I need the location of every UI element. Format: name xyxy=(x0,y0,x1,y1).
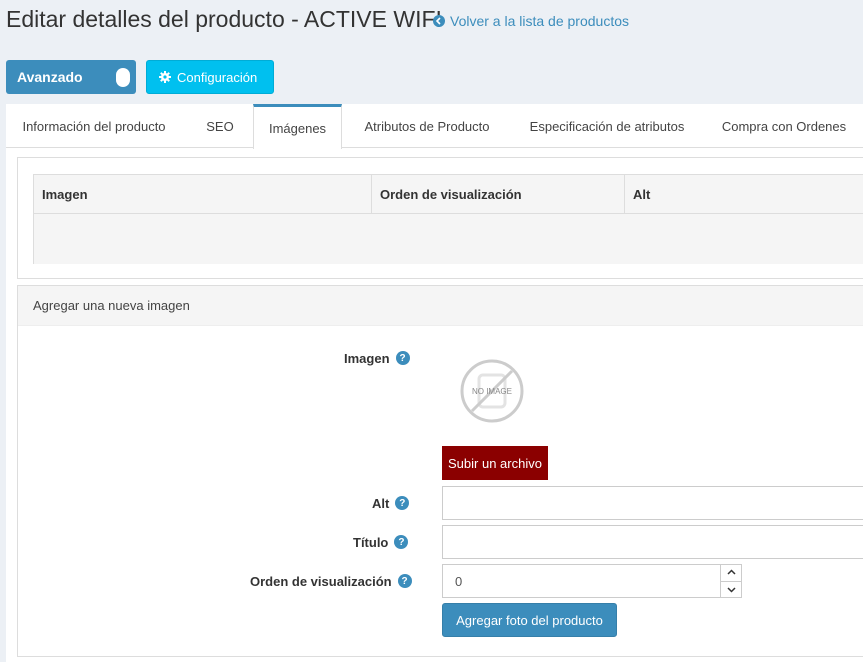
images-grid: Imagen Orden de visualización Alt xyxy=(33,174,863,264)
tab-images[interactable]: Imágenes xyxy=(253,104,342,149)
alt-label: Alt ? xyxy=(372,495,410,511)
title-label: Título ? xyxy=(353,534,409,550)
column-header-display-order[interactable]: Orden de visualización xyxy=(372,175,625,214)
advanced-toggle[interactable]: Avanzado xyxy=(6,60,136,94)
tab-specification-attributes[interactable]: Especificación de atributos xyxy=(521,104,693,148)
advanced-toggle-label: Avanzado xyxy=(17,69,83,85)
title-label-text: Título xyxy=(353,534,389,550)
help-icon[interactable]: ? xyxy=(395,351,410,365)
image-label-text: Imagen xyxy=(344,350,390,366)
configuration-button-label: Configuración xyxy=(177,69,258,85)
tab-seo[interactable]: SEO xyxy=(196,104,244,148)
display-order-stepper[interactable] xyxy=(720,564,742,598)
alt-input[interactable] xyxy=(442,486,863,520)
column-header-image[interactable]: Imagen xyxy=(34,175,372,214)
grid-header: Imagen Orden de visualización Alt xyxy=(34,175,863,214)
display-order-input[interactable]: 0 xyxy=(442,564,742,598)
arrow-left-circle-icon xyxy=(433,15,445,27)
back-link-label: Volver a la lista de productos xyxy=(450,13,629,29)
add-image-panel-title: Agregar una nueva imagen xyxy=(18,286,863,326)
column-header-alt[interactable]: Alt xyxy=(625,175,863,214)
tab-purchased-with-orders[interactable]: Compra con Ordenes xyxy=(716,104,852,148)
alt-label-text: Alt xyxy=(372,495,390,511)
back-to-list-link[interactable]: Volver a la lista de productos xyxy=(433,13,629,29)
upload-file-button[interactable]: Subir un archivo xyxy=(442,446,548,480)
add-product-picture-button[interactable]: Agregar foto del producto xyxy=(442,603,617,637)
toggle-knob xyxy=(116,68,130,87)
tab-bar: Información del producto SEO Imágenes At… xyxy=(6,104,863,149)
gear-icon xyxy=(159,71,171,83)
configuration-button[interactable]: Configuración xyxy=(146,60,274,94)
display-order-label: Orden de visualización ? xyxy=(250,573,412,589)
tab-product-info[interactable]: Información del producto xyxy=(6,104,182,148)
display-order-label-text: Orden de visualización xyxy=(250,573,392,589)
help-icon[interactable]: ? xyxy=(397,574,412,588)
help-icon[interactable]: ? xyxy=(394,535,409,549)
grid-empty-row xyxy=(34,214,863,264)
add-image-panel: Agregar una nueva imagen xyxy=(17,285,863,657)
page-title: Editar detalles del producto - ACTIVE WI… xyxy=(6,6,442,32)
no-image-placeholder: NO IMAGE xyxy=(460,359,524,423)
tab-product-attributes[interactable]: Atributos de Producto xyxy=(356,104,498,148)
title-input[interactable] xyxy=(442,525,863,559)
stepper-down-icon[interactable] xyxy=(721,580,742,599)
image-label: Imagen ? xyxy=(344,350,410,366)
stepper-up-icon[interactable] xyxy=(721,564,742,581)
no-image-text: NO IMAGE xyxy=(472,387,512,396)
help-icon[interactable]: ? xyxy=(395,496,410,510)
